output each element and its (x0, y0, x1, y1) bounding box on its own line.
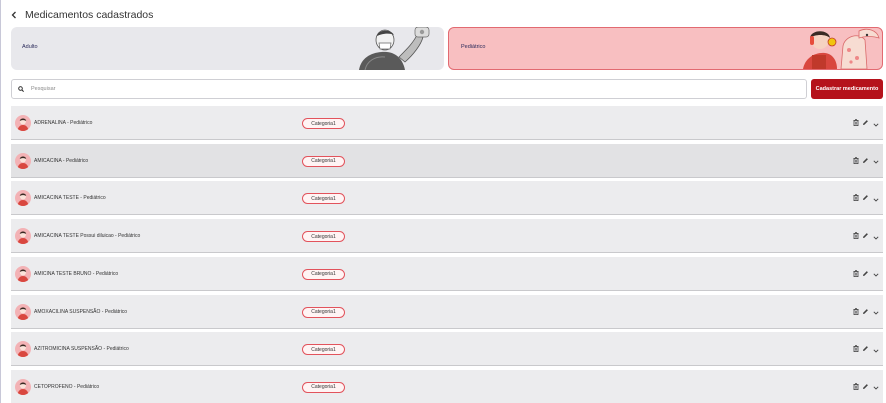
search-icon (18, 86, 24, 92)
medication-name: AZITROMICINA SUSPENSÃO - Pediátrico (34, 346, 129, 353)
list-item[interactable]: AMICACINA TESTE - Pediátrico Categoria1 (11, 181, 883, 216)
avatar (15, 265, 31, 282)
trash-icon[interactable] (852, 344, 860, 353)
chevron-down-icon[interactable] (872, 158, 880, 167)
pediatric-card-label: Pediátrico (461, 43, 486, 50)
medication-name: AMICINA TESTE BRUNO - Pediátrico (34, 270, 119, 277)
trash-icon[interactable] (852, 231, 860, 240)
pencil-icon[interactable] (861, 156, 869, 165)
category-badge: Categoria1 (302, 193, 345, 205)
trash-icon[interactable] (852, 382, 860, 391)
medication-name: AMOXACILINA SUSPENSÃO - Pediátrico (34, 308, 128, 315)
medication-name: AMICACINA TESTE - Pediátrico (34, 195, 106, 202)
avatar (15, 341, 31, 358)
avatar (15, 303, 31, 320)
medication-name: ADRENALINA - Pediátrico (34, 120, 93, 126)
chevron-down-icon[interactable] (872, 195, 880, 204)
add-medication-button[interactable]: Cadastrar medicamento (811, 79, 883, 99)
pencil-icon[interactable] (861, 269, 869, 278)
category-badge: Categoria1 (302, 155, 345, 167)
chevron-down-icon[interactable] (872, 120, 880, 129)
pencil-icon[interactable] (861, 344, 869, 353)
search-box[interactable] (11, 79, 807, 99)
pencil-icon[interactable] (861, 118, 869, 127)
avatar (15, 115, 31, 131)
list-item[interactable]: AMICACINA TESTE Possui diluicao - Pediát… (11, 219, 883, 254)
search-toolbar: Cadastrar medicamento (11, 79, 883, 99)
window-edge (0, 0, 1, 403)
list-item[interactable]: AZITROMICINA SUSPENSÃO - Pediátrico Cate… (11, 332, 883, 367)
chevron-down-icon[interactable] (872, 271, 880, 280)
search-input[interactable] (31, 86, 791, 92)
trash-icon[interactable] (852, 307, 860, 316)
page-title: Medicamentos cadastrados (25, 9, 154, 21)
category-badge: Categoria1 (302, 306, 345, 318)
pencil-icon[interactable] (861, 382, 869, 391)
medication-name: AMICACINA - Pediátrico (34, 157, 89, 164)
trash-icon[interactable] (852, 118, 860, 127)
category-badge: Categoria1 (302, 118, 345, 129)
pencil-icon[interactable] (861, 231, 869, 240)
chevron-down-icon[interactable] (872, 384, 880, 393)
pencil-icon[interactable] (861, 193, 869, 202)
pediatric-card[interactable]: Pediátrico (448, 27, 883, 70)
trash-icon[interactable] (852, 156, 860, 165)
adult-illustration (359, 27, 430, 70)
adult-card-label: Adulto (22, 44, 38, 50)
pediatric-illustration (803, 28, 880, 69)
back-icon[interactable] (11, 8, 19, 22)
chevron-down-icon[interactable] (872, 346, 880, 355)
chevron-down-icon[interactable] (872, 233, 880, 242)
list-item[interactable]: AMOXACILINA SUSPENSÃO - Pediátrico Categ… (11, 294, 883, 329)
category-badge: Categoria1 (302, 344, 345, 356)
avatar (15, 228, 31, 245)
list-item[interactable]: AMICINA TESTE BRUNO - Pediátrico Categor… (11, 256, 883, 291)
list-item[interactable]: CETOPROFENO - Pediátrico Categoria1 (11, 369, 883, 403)
medication-name: AMICACINA TESTE Possui diluicao - Pediát… (34, 233, 141, 240)
page-header: Medicamentos cadastrados (11, 8, 153, 22)
category-badge: Categoria1 (302, 381, 345, 393)
category-badge: Categoria1 (302, 231, 345, 243)
pencil-icon[interactable] (861, 307, 869, 316)
adult-card[interactable]: Adulto (11, 27, 444, 70)
avatar (15, 378, 31, 395)
avatar (15, 152, 31, 169)
list-item[interactable]: ADRENALINA - Pediátrico Categoria1 (11, 106, 883, 140)
medication-name: CETOPROFENO - Pediátrico (34, 383, 100, 390)
chevron-down-icon[interactable] (872, 309, 880, 318)
trash-icon[interactable] (852, 269, 860, 278)
avatar (15, 190, 31, 207)
list-item[interactable]: AMICACINA - Pediátrico Categoria1 (11, 143, 883, 178)
category-badge: Categoria1 (302, 268, 345, 280)
age-group-cards: Adulto Pediátrico (11, 27, 883, 70)
trash-icon[interactable] (852, 193, 860, 202)
